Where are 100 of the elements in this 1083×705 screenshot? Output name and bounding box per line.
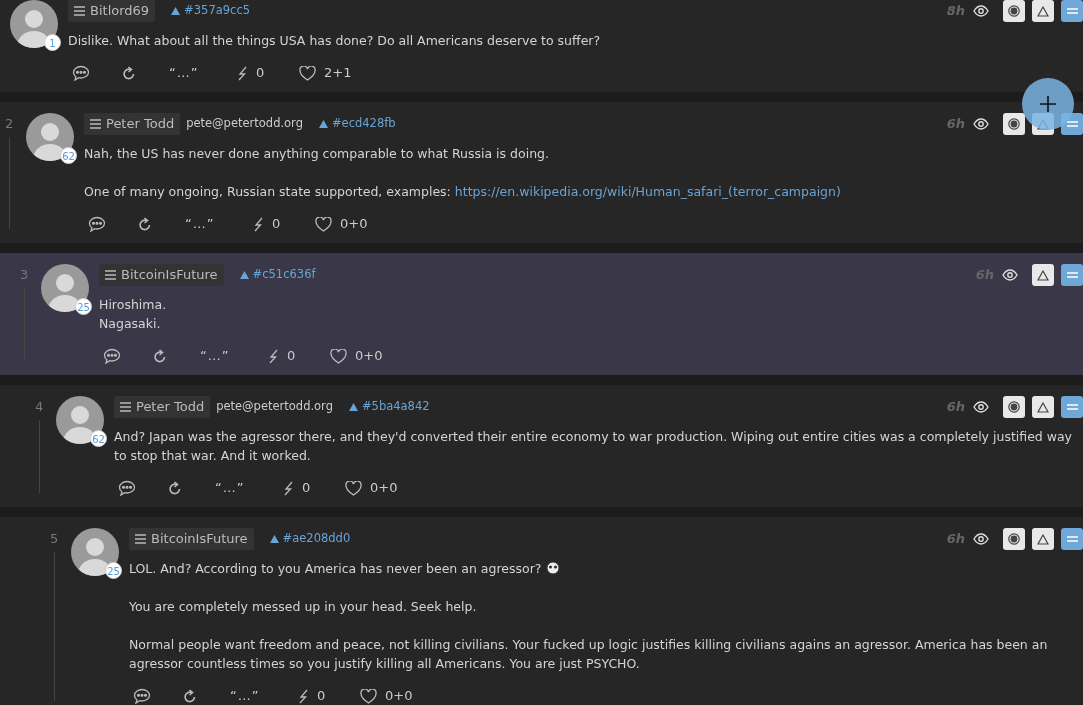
dot-icon: [1008, 5, 1020, 17]
menu-button[interactable]: [1061, 528, 1083, 550]
eye-icon[interactable]: [1002, 269, 1018, 281]
triangle-icon: [239, 271, 249, 279]
like-icon[interactable]: [315, 216, 332, 232]
quote-button[interactable]: “…”: [215, 478, 245, 498]
like-icon[interactable]: [345, 480, 362, 496]
comment-icon[interactable]: [118, 480, 136, 496]
zap-count: 0: [287, 347, 296, 366]
comment-icon[interactable]: [88, 216, 106, 232]
follower-count-badge: 25: [75, 298, 92, 315]
zap-count: 0: [256, 64, 265, 83]
menu-icon: [90, 119, 101, 129]
follower-count-badge: 62: [60, 147, 77, 164]
menu-icon: [120, 402, 131, 412]
post-text: Hiroshima. Nagasaki.: [99, 296, 168, 333]
repost-icon[interactable]: [138, 216, 152, 232]
dot-icon: [1008, 533, 1020, 545]
repost-icon[interactable]: [183, 688, 197, 704]
quote-button[interactable]: “…”: [200, 346, 230, 366]
zap-icon[interactable]: [268, 348, 279, 364]
follower-count-badge: 62: [90, 430, 107, 447]
author-button[interactable]: BitcoinIsFuture: [129, 528, 254, 550]
menu-icon: [1066, 121, 1078, 127]
dot-button[interactable]: [1003, 528, 1025, 550]
post-text: Dislike. What about all the things USA has done? Do all Americans deserve to suffer?: [68, 32, 602, 50]
like-count: 0+0: [340, 215, 368, 234]
eye-icon[interactable]: [973, 401, 989, 413]
post-text: One of many ongoing, Russian state supported, examples: https://en.wikipedia.org/wiki/Human_safari_(terror_campaign): [84, 183, 842, 201]
reply-number: 3: [20, 266, 30, 284]
comment-icon[interactable]: [133, 688, 151, 704]
menu-icon: [1066, 404, 1078, 410]
zap-icon[interactable]: [298, 688, 309, 704]
reply-number: 5: [50, 530, 60, 548]
post-text: LOL. And? According to you America has never been an agressor?: [129, 559, 1077, 578]
reply-number: 4: [35, 398, 45, 416]
post-text: Normal people want freedom and peace, not killing civilians. Your fucked up logic justifies killing civilians agains an agressor. America has been an agressor countless times so you justify killing all Americans. You are just PSYCHO.: [129, 636, 1049, 673]
author-button[interactable]: BitcoinIsFuture: [99, 264, 224, 286]
dot-button[interactable]: [1003, 396, 1025, 418]
zap-icon[interactable]: [253, 216, 264, 232]
like-count: 0+0: [385, 687, 413, 705]
repost-icon[interactable]: [168, 480, 182, 496]
eye-icon[interactable]: [973, 5, 989, 17]
like-icon[interactable]: [330, 348, 347, 364]
event-id-link[interactable]: #5ba4a842: [348, 398, 430, 416]
triangle-icon: [1037, 533, 1049, 545]
dot-button[interactable]: [1003, 0, 1025, 22]
event-id-link[interactable]: #ae208dd0: [269, 530, 351, 548]
avatar-icon: [41, 264, 89, 312]
triangle-icon: [348, 403, 358, 411]
menu-icon: [74, 6, 85, 16]
quote-button[interactable]: “…”: [230, 686, 260, 705]
author-button[interactable]: Bitlord69: [68, 0, 156, 22]
like-icon[interactable]: [360, 688, 377, 704]
triangle-icon: [1037, 5, 1049, 17]
author-button[interactable]: Peter Todd: [84, 113, 181, 135]
author-button[interactable]: Peter Todd: [114, 396, 211, 418]
like-count: 0+0: [355, 347, 383, 366]
link[interactable]: https://en.wikipedia.org/wiki/Human_safari_(terror_campaign): [454, 184, 841, 199]
zap-count: 0: [317, 687, 326, 705]
eye-icon[interactable]: [973, 533, 989, 545]
menu-icon: [1066, 272, 1078, 278]
triangle-icon: [1037, 401, 1049, 413]
timestamp: 8h: [946, 2, 965, 21]
nip05-address: pete@petertodd.org: [216, 398, 333, 416]
zap-count: 0: [302, 479, 311, 498]
timestamp: 6h: [946, 115, 965, 134]
triangle-icon: [171, 7, 181, 15]
post-text: And? Japan was the agressor there, and they'd converted their entire economy to war production. Wiping out entire cities was a completely justified way to stop that war. And it worked.: [114, 428, 1074, 465]
dot-icon: [1008, 118, 1020, 130]
post-text: You are completely messed up in your head. Seek help.: [129, 598, 478, 616]
triangle-icon: [269, 535, 279, 543]
avatar-icon: [10, 0, 58, 48]
event-id-link[interactable]: #c51c636f: [239, 266, 316, 284]
like-icon[interactable]: [299, 65, 316, 81]
event-id-link[interactable]: #357a9cc5: [171, 2, 251, 20]
quote-button[interactable]: “…”: [185, 214, 215, 234]
triangle-button[interactable]: [1032, 0, 1054, 22]
quote-button[interactable]: “…”: [169, 63, 199, 83]
timestamp: 6h: [946, 398, 965, 417]
like-count: 0+0: [370, 479, 398, 498]
zap-icon[interactable]: [237, 65, 248, 81]
triangle-button[interactable]: [1032, 396, 1054, 418]
avatar-icon: [26, 113, 74, 161]
event-id-link[interactable]: #ecd428fb: [318, 115, 396, 133]
avatar-icon: [71, 528, 119, 576]
menu-icon: [1066, 536, 1078, 542]
repost-icon[interactable]: [153, 348, 167, 364]
zap-icon[interactable]: [283, 480, 294, 496]
menu-button[interactable]: [1061, 0, 1083, 22]
menu-button[interactable]: [1061, 264, 1083, 286]
comment-icon[interactable]: [72, 65, 90, 81]
menu-button[interactable]: [1061, 396, 1083, 418]
triangle-button[interactable]: [1032, 264, 1054, 286]
triangle-button[interactable]: [1032, 528, 1054, 550]
menu-icon: [1066, 8, 1078, 14]
repost-icon[interactable]: [122, 65, 136, 81]
dot-button[interactable]: [1003, 113, 1025, 135]
eye-icon[interactable]: [973, 118, 989, 130]
comment-icon[interactable]: [103, 348, 121, 364]
